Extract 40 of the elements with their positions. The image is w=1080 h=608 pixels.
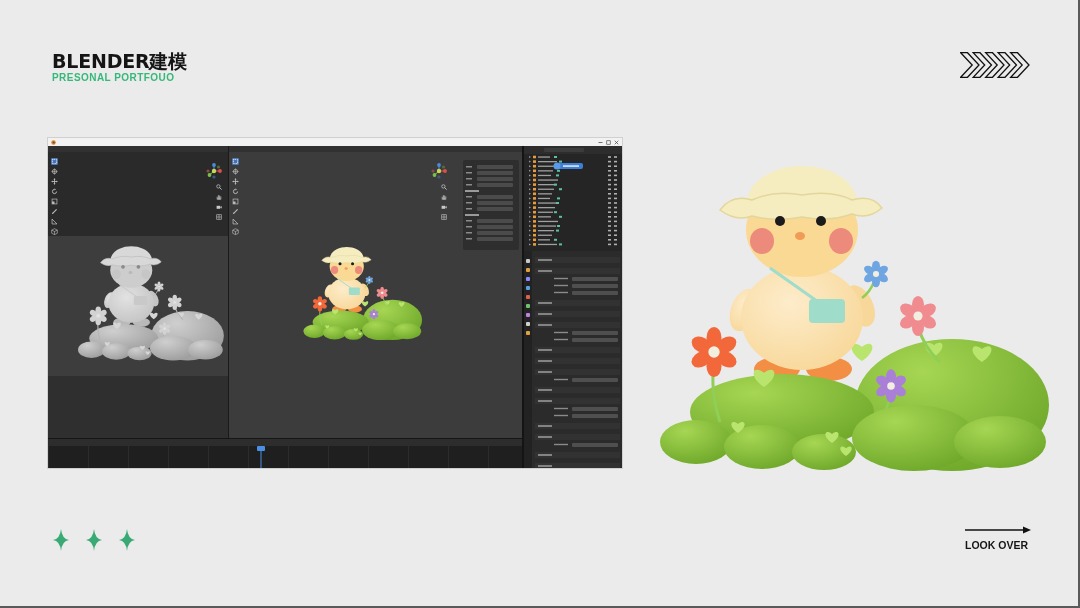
- slide-title: BLENDER建模: [52, 50, 188, 72]
- move-icon[interactable]: [51, 178, 58, 185]
- ruler-icon[interactable]: [232, 218, 239, 225]
- scale-icon[interactable]: [51, 198, 58, 205]
- zoom-icon[interactable]: [441, 184, 447, 190]
- cube-icon[interactable]: [51, 228, 58, 235]
- maximize-icon[interactable]: [606, 139, 611, 145]
- look-over-label: LOOK OVER: [965, 539, 1028, 551]
- app-logo-icon: [51, 139, 56, 145]
- playhead-handle[interactable]: [257, 446, 266, 468]
- grid-icon[interactable]: [441, 214, 447, 220]
- grid-icon[interactable]: [216, 214, 222, 220]
- cube-icon[interactable]: [232, 228, 239, 235]
- sparkle-icon: [119, 529, 135, 551]
- slide-subtitle: PRESONAL PORTFOUO: [52, 72, 176, 84]
- rotate-icon[interactable]: [51, 188, 58, 195]
- scale-icon[interactable]: [232, 198, 239, 205]
- hand-icon[interactable]: [441, 194, 447, 200]
- close-icon[interactable]: [614, 139, 619, 145]
- sparkle-icon: [53, 529, 69, 551]
- ruler-icon[interactable]: [51, 218, 58, 225]
- zoom-icon[interactable]: [216, 184, 222, 190]
- rotate-icon[interactable]: [232, 188, 239, 195]
- hand-icon[interactable]: [216, 194, 222, 200]
- camera-icon[interactable]: [441, 204, 447, 210]
- select-box-icon[interactable]: [232, 158, 239, 165]
- sparkle-icon: [86, 529, 102, 551]
- camera-icon[interactable]: [216, 204, 222, 210]
- axis-gizmo-icon[interactable]: [431, 163, 447, 179]
- select-box-icon[interactable]: [51, 158, 58, 165]
- timeline-track[interactable]: [48, 446, 522, 468]
- pen-icon[interactable]: [232, 208, 239, 215]
- axis-gizmo-icon[interactable]: [206, 163, 222, 179]
- move-icon[interactable]: [232, 178, 239, 185]
- arrow-right-icon: [965, 526, 1031, 534]
- minimize-icon[interactable]: [598, 139, 603, 145]
- cursor-icon[interactable]: [51, 168, 58, 175]
- cursor-icon[interactable]: [232, 168, 239, 175]
- pen-icon[interactable]: [51, 208, 58, 215]
- chevrons-icon: [960, 52, 1030, 78]
